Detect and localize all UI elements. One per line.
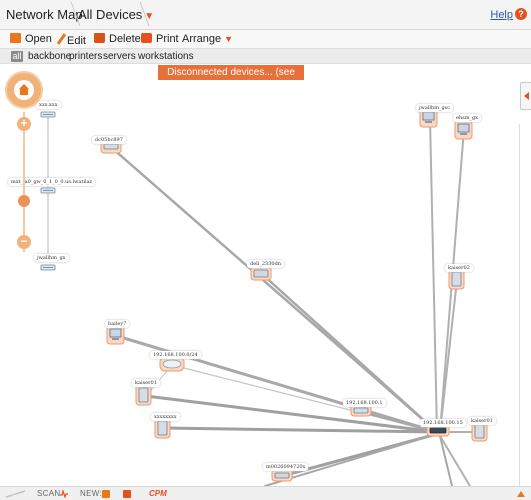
edit-button[interactable]: Edit <box>56 33 86 47</box>
device-label[interactable]: 192.168.100.0/24 <box>150 351 201 359</box>
switch-icon <box>40 264 56 271</box>
edit-label: Edit <box>67 35 86 47</box>
new-device-icon[interactable] <box>123 490 131 498</box>
device-label[interactable]: kaiser02 <box>445 264 473 272</box>
filter-workstations[interactable]: workstations <box>138 51 194 62</box>
printer-icon <box>141 33 152 43</box>
print-label: Print <box>156 33 179 45</box>
open-label: Open <box>25 33 52 45</box>
pencil-icon <box>56 33 67 45</box>
server-icon <box>448 268 465 290</box>
connection-line <box>162 426 439 434</box>
device-label[interactable]: dc05bc897 <box>92 136 126 144</box>
logo-icon <box>5 490 26 498</box>
filter-servers[interactable]: servers <box>103 51 136 62</box>
pulse-icon <box>60 490 68 498</box>
connection-line <box>429 118 438 433</box>
connection-lines <box>47 115 482 486</box>
status-icon[interactable] <box>516 490 526 498</box>
connection-line <box>144 394 439 434</box>
home-icon[interactable] <box>14 80 34 100</box>
disconnected-devices-banner[interactable]: Disconnected devices... (see more) <box>158 65 304 93</box>
filter-bar: all backbone printers servers workstatio… <box>0 48 531 64</box>
panel-toggle-tab[interactable] <box>520 82 531 110</box>
folder-icon <box>10 33 21 43</box>
toolbar: Open Edit Delete Print Arrange ▼ <box>0 30 531 48</box>
switch-icon <box>40 187 56 194</box>
zoom-out-button[interactable]: − <box>17 235 31 249</box>
open-button[interactable]: Open <box>10 33 52 45</box>
arrange-label: Arrange <box>182 33 222 45</box>
connection-line <box>260 272 439 434</box>
network-map-canvas[interactable]: xxx.xxx dc05bc897 mxt_la0_gw_0_1_0_0.us.… <box>0 64 531 486</box>
device-label[interactable]: jwallhm_gx <box>34 254 69 262</box>
connection-line <box>439 435 453 486</box>
filter-backbone[interactable]: backbone <box>28 51 71 62</box>
connection-line <box>439 435 471 486</box>
bottom-bar: SCAN NEW: CPM <box>0 486 531 500</box>
device-label[interactable]: xxx.xxx <box>36 101 61 109</box>
help-link[interactable]: Help <box>490 9 513 21</box>
switch-icon <box>40 111 56 118</box>
workstation-icon <box>454 120 473 140</box>
device-label[interactable]: bailey7 <box>105 320 130 328</box>
delete-button[interactable]: Delete <box>94 33 141 45</box>
new-map-icon[interactable] <box>102 490 110 498</box>
printer-icon <box>250 265 272 281</box>
zoom-slider-handle[interactable] <box>18 195 30 207</box>
workstation-icon <box>106 325 125 345</box>
server-icon <box>135 384 152 406</box>
device-label[interactable]: m0026094720x <box>263 463 309 471</box>
chevron-left-icon <box>524 92 529 100</box>
delete-label: Delete <box>109 33 141 45</box>
new-label: NEW: <box>80 489 102 498</box>
zoom-slider-track[interactable] <box>23 112 25 252</box>
device-label[interactable]: dell_2330dn <box>247 260 285 268</box>
filter-printers[interactable]: printers <box>69 51 102 62</box>
filter-all[interactable]: all <box>11 51 23 62</box>
pan-control[interactable] <box>5 71 43 109</box>
device-label[interactable]: 192.168.100.15 <box>420 419 466 427</box>
panel-divider <box>519 124 520 486</box>
arrange-dropdown[interactable]: Arrange ▼ <box>182 33 233 45</box>
device-label[interactable]: 192.168.100.1 <box>343 399 386 407</box>
print-button[interactable]: Print <box>141 33 179 45</box>
trash-icon <box>94 33 105 43</box>
device-label[interactable]: jwallhm_gsc <box>416 104 454 112</box>
device-label[interactable]: kaiser01 <box>468 417 496 425</box>
cloud-icon <box>159 356 185 372</box>
server-icon <box>154 417 171 439</box>
scan-button[interactable]: SCAN <box>37 489 60 498</box>
chevron-down-icon: ▼ <box>224 34 234 44</box>
device-label[interactable]: ehsm_gx <box>453 114 482 122</box>
device-label[interactable]: xxxxxxxx <box>151 413 180 421</box>
device-label[interactable]: mxt_la0_gw_0_1_0_0.us.lwatilaz <box>8 178 96 186</box>
zoom-in-button[interactable]: + <box>17 117 31 131</box>
device-label[interactable]: kaiser01 <box>132 379 160 387</box>
title-bar: Network Map All Devices ▼ Help ? <box>0 0 531 30</box>
help-icon[interactable]: ? <box>515 8 527 20</box>
connection-line <box>439 279 458 433</box>
brand-logo: CPM <box>149 489 167 498</box>
